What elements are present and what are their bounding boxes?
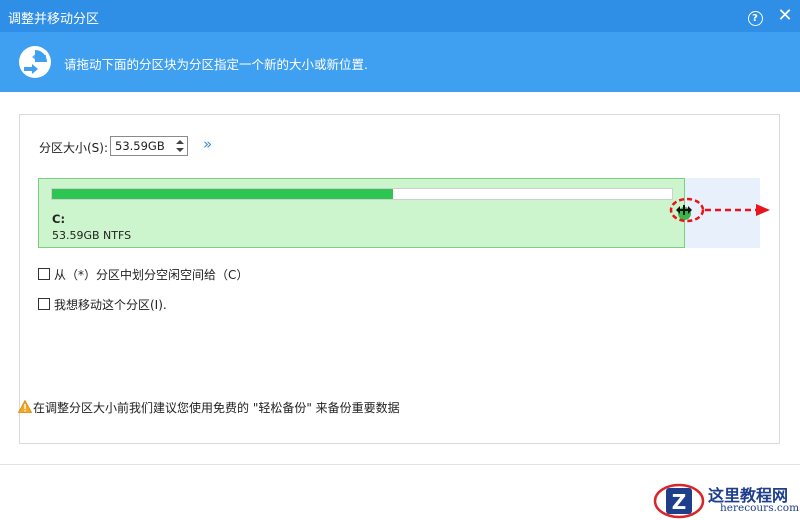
spin-down-icon[interactable] [176,148,184,152]
site-logo-icon: Z [653,483,705,519]
size-spinner[interactable] [173,137,187,155]
partition-size-value: 53.59GB [115,139,165,153]
option-allocate-free-space-label: 从（*）分区中划分空闲空间给（C） [54,268,249,282]
help-button[interactable]: ? [745,6,765,26]
help-icon: ? [747,11,763,26]
expand-advanced-button[interactable]: » [203,135,212,153]
usage-bar-fill [52,189,393,199]
warning-icon [18,400,32,413]
usage-bar [51,188,673,200]
instruction-text: 请拖动下面的分区块为分区指定一个新的大小或新位置. [64,57,368,72]
spin-up-icon[interactable] [176,140,184,144]
partition-size-label: 分区大小(S): [39,141,109,155]
checkbox-allocate-free-space[interactable] [38,268,50,280]
instruction-banner: 请拖动下面的分区块为分区指定一个新的大小或新位置. [0,32,800,92]
site-watermark: Z 这里教程网 herecours.com [652,478,800,520]
window-title: 调整并移动分区 [8,12,100,27]
drag-annotation-icon [669,197,770,223]
footer-divider [0,464,800,465]
option-move-partition-label: 我想移动这个分区(I). [54,298,167,312]
close-button[interactable]: ✕ [775,6,795,26]
partition-block[interactable]: C: 53.59GB NTFS [38,178,685,248]
move-partition-icon [19,46,51,78]
partition-size-input[interactable]: 53.59GB [110,136,188,156]
site-logo-letter: Z [672,490,687,514]
partition-info: 53.59GB NTFS [52,229,132,242]
partition-name: C: [52,212,66,226]
backup-tip-text: 在调整分区大小前我们建议您使用免费的 "轻松备份" 来备份重要数据 [33,401,400,415]
checkbox-move-partition[interactable] [38,298,50,310]
site-url: herecours.com [720,502,800,514]
title-bar: 调整并移动分区 ? ✕ [0,0,800,32]
